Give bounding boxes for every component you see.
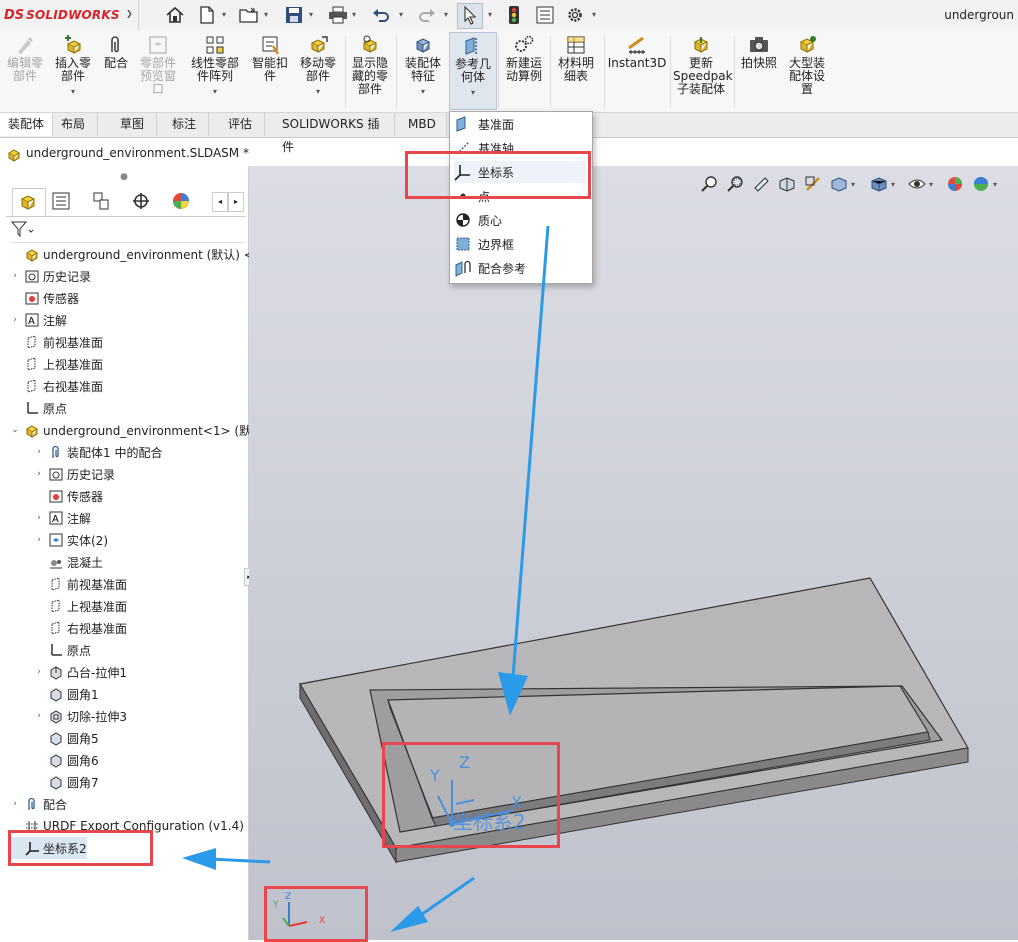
annotation-arrows [182, 225, 550, 932]
